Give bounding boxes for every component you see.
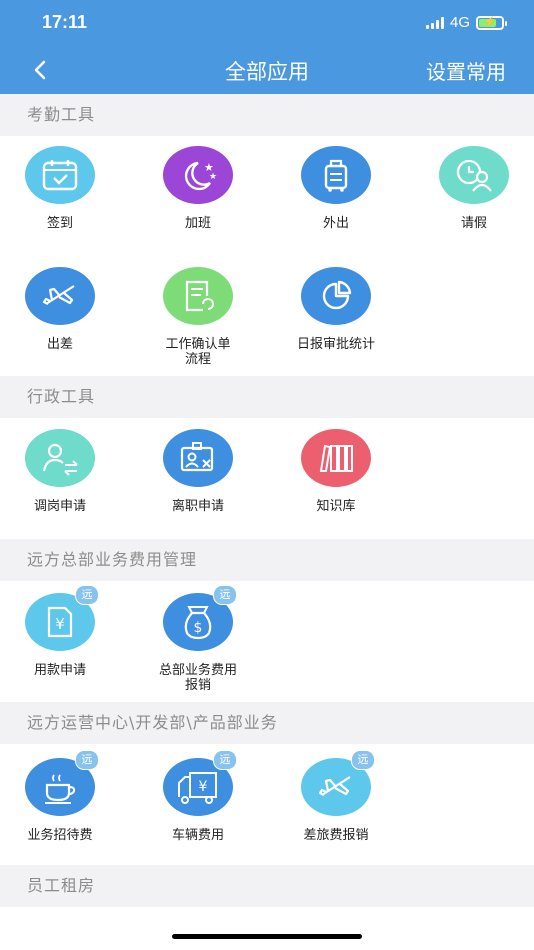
app-label: 日报审批统计 (296, 337, 375, 352)
app-label: 业务招待费 (27, 828, 93, 843)
app-travel-reimbursement[interactable]: 远 差旅费报销 (266, 750, 406, 843)
yuan-badge: 远 (213, 585, 237, 605)
luggage-icon (301, 146, 371, 204)
battery-icon: ⚡ (476, 15, 507, 30)
set-common-button[interactable]: 设置常用 (426, 56, 506, 85)
svg-text:$: $ (194, 620, 203, 636)
document-sync-icon (163, 267, 233, 325)
status-indicators: 4G ⚡ (425, 14, 507, 31)
app-overtime[interactable]: ★ ★ 加班 (128, 146, 268, 231)
section-header-hq-expense: 远方总部业务费用管理 (0, 539, 534, 581)
clock-person-icon (439, 146, 509, 204)
svg-text:★: ★ (209, 172, 217, 182)
coffee-cup-icon: 远 (25, 750, 99, 816)
app-check-in[interactable]: 签到 (0, 146, 130, 231)
section-header-ops-dept: 远方运营中心\开发部\产品部业务 (0, 702, 534, 744)
section-attendance: 签到 ★ ★ 加班 外出 请假 出差 工作确认单 流程 日报审批统计 (0, 136, 534, 376)
svg-text:¥: ¥ (199, 779, 208, 795)
app-label: 出差 (46, 337, 73, 352)
truck-yen-icon: ¥ 远 (163, 750, 237, 816)
app-label: 用款申请 (33, 663, 86, 678)
app-job-transfer[interactable]: 调岗申请 (0, 429, 130, 514)
app-label: 调岗申请 (33, 499, 86, 514)
app-label: 车辆费用 (171, 828, 224, 843)
books-icon (301, 429, 371, 487)
money-bag-icon: $ 远 (163, 585, 237, 651)
moon-stars-icon: ★ ★ (163, 146, 233, 204)
network-type: 4G (449, 14, 470, 31)
app-business-trip[interactable]: 出差 (0, 267, 130, 352)
app-label: 离职申请 (171, 499, 224, 514)
app-daily-report-stats[interactable]: 日报审批统计 (266, 267, 406, 352)
section-ops-dept: 远 业务招待费 ¥ 远 车辆费用 远 差旅费报销 (0, 744, 534, 865)
yuan-badge: 远 (75, 585, 99, 605)
yuan-badge: 远 (213, 750, 237, 770)
airplane-icon: 远 (301, 750, 375, 816)
airplane-icon (25, 267, 95, 325)
app-label: 知识库 (316, 499, 356, 514)
app-hq-expense-reimbursement[interactable]: $ 远 总部业务费用 报销 (128, 585, 268, 693)
id-card-cancel-icon (163, 429, 233, 487)
app-leave[interactable]: 请假 (404, 146, 534, 231)
app-label: 请假 (460, 216, 487, 231)
section-admin: 调岗申请 离职申请 知识库 (0, 418, 534, 539)
app-label: 加班 (184, 216, 211, 231)
app-label: 差旅费报销 (303, 828, 369, 843)
app-business-entertainment[interactable]: 远 业务招待费 (0, 750, 130, 843)
app-label: 总部业务费用 报销 (158, 663, 237, 693)
yen-document-icon: ¥ 远 (25, 585, 99, 651)
home-indicator[interactable] (172, 934, 362, 939)
person-transfer-icon (25, 429, 95, 487)
svg-text:¥: ¥ (55, 615, 65, 633)
section-header-admin: 行政工具 (0, 376, 534, 418)
signal-icon (425, 16, 444, 29)
section-header-staff-housing: 员工租房 (0, 865, 534, 907)
status-time: 17:11 (42, 12, 88, 32)
app-work-confirmation[interactable]: 工作确认单 流程 (128, 267, 268, 367)
calendar-check-icon (25, 146, 95, 204)
app-knowledge-base[interactable]: 知识库 (266, 429, 406, 514)
yuan-badge: 远 (351, 750, 375, 770)
app-resignation[interactable]: 离职申请 (128, 429, 268, 514)
yuan-badge: 远 (75, 750, 99, 770)
app-label: 工作确认单 流程 (165, 337, 231, 367)
section-header-attendance: 考勤工具 (0, 94, 534, 136)
app-payment-request[interactable]: ¥ 远 用款申请 (0, 585, 130, 678)
pie-chart-icon (301, 267, 371, 325)
section-staff-housing (0, 907, 534, 950)
section-hq-expense: ¥ 远 用款申请 $ 远 总部业务费用 报销 (0, 581, 534, 702)
app-go-out[interactable]: 外出 (266, 146, 406, 231)
top-bar: 17:11 4G ⚡ 全部应用 设置常用 (0, 0, 534, 94)
app-label: 外出 (322, 216, 349, 231)
app-vehicle-expense[interactable]: ¥ 远 车辆费用 (128, 750, 268, 843)
app-label: 签到 (46, 216, 73, 231)
